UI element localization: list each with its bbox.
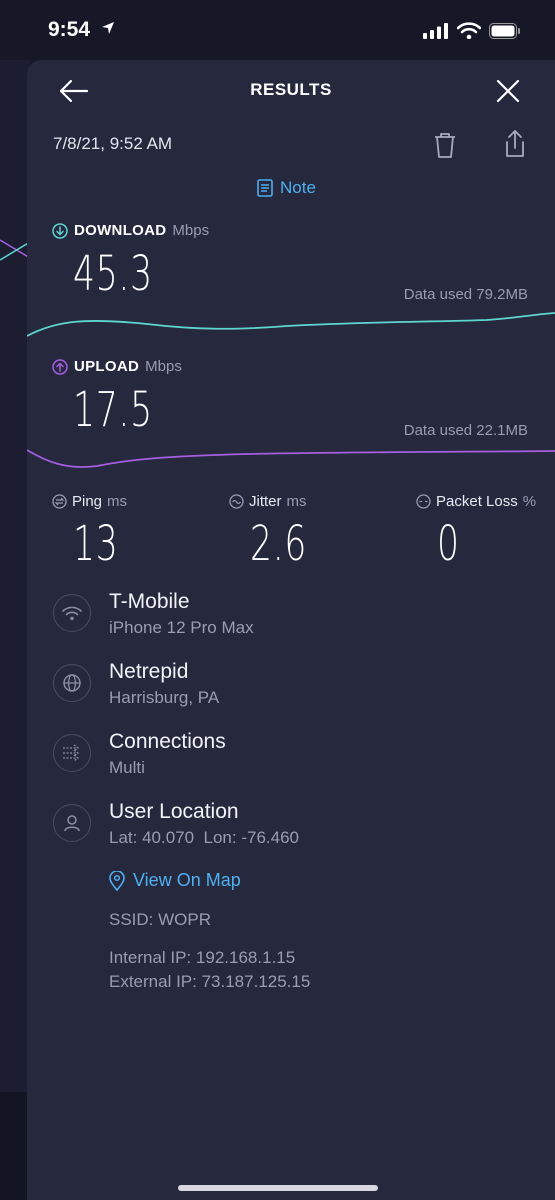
share-button[interactable] [501,128,529,160]
background-tab-bar [0,1092,30,1200]
user-location-row: User Location Lat: 40.070 Lon: -76.460 [53,800,533,860]
upload-value: 17.5 [73,382,153,438]
carrier-name: T-Mobile [109,590,190,613]
status-time: 9:54 [48,18,91,41]
external-ip: External IP: 73.187.125.15 [109,972,311,991]
jitter-label-text: Jitter [249,493,282,510]
jitter-label: Jitter ms [229,493,307,510]
server-name: Netrepid [109,660,189,683]
upload-label: UPLOAD Mbps [52,358,182,375]
carrier-row: T-Mobile iPhone 12 Pro Max [53,590,533,650]
packet-loss-icon [416,494,431,509]
connections-row: Connections Multi [53,730,533,790]
connections-icon [53,734,91,772]
download-label-text: DOWNLOAD [74,222,167,239]
wifi-icon [53,594,91,632]
ping-label-text: Ping [72,493,103,510]
jitter-unit: ms [286,493,307,510]
server-row[interactable]: Netrepid Harrisburg, PA [53,660,533,720]
note-label: Note [280,178,316,197]
download-unit: Mbps [172,222,210,239]
globe-icon [53,664,91,702]
close-icon [496,79,520,103]
note-icon [257,179,273,197]
connections-title: Connections [109,730,226,753]
jitter-icon [229,494,244,509]
share-icon [506,130,524,157]
download-label: DOWNLOAD Mbps [52,222,209,239]
jitter-value: 2.6 [250,516,308,572]
delete-button[interactable] [431,130,459,160]
ping-value: 13 [73,516,119,572]
connections-mode: Multi [109,758,145,777]
packet-loss-value: 0 [437,516,460,572]
screen: 9:54 RESULTS 7/8/21, 9:52 AM Note DOWNLO… [0,0,555,1200]
packet-loss-label-text: Packet Loss [436,493,518,510]
map-pin-icon [109,870,125,891]
battery-icon [489,22,521,44]
user-icon [53,804,91,842]
ping-unit: ms [107,493,128,510]
download-value: 45.3 [73,246,153,302]
internal-ip: Internal IP: 192.168.1.15 [109,948,296,967]
ssid: SSID: WOPR [109,910,212,929]
result-date: 7/8/21, 9:52 AM [53,134,173,153]
upload-arrow-icon [52,358,68,375]
upload-graph [27,449,555,468]
view-on-map-label: View On Map [133,870,241,890]
packet-loss-label: Packet Loss % [416,493,536,510]
close-button[interactable] [491,74,525,108]
trash-icon [435,133,455,158]
ping-label: Ping ms [52,493,127,510]
view-on-map-link[interactable]: View On Map [109,870,241,891]
upload-unit: Mbps [145,358,182,375]
user-location-coords: Lat: 40.070 Lon: -76.460 [109,828,299,847]
header: RESULTS [27,60,555,120]
user-location-title: User Location [109,800,239,823]
home-indicator[interactable] [178,1185,378,1191]
wifi-icon [456,22,482,44]
ping-icon [52,494,67,509]
results-sheet: RESULTS 7/8/21, 9:52 AM Note DOWNLOAD Mb… [27,60,555,1200]
background-app [0,60,30,1200]
note-button[interactable]: Note [257,178,316,198]
page-title: RESULTS [250,80,332,99]
status-bar: 9:54 [0,0,555,60]
background-graph-lines [0,239,30,261]
location-arrow-icon [101,21,115,40]
status-icons [423,22,521,44]
download-graph [27,312,555,337]
packet-loss-unit: % [522,493,537,510]
device-name: iPhone 12 Pro Max [109,618,254,637]
server-location: Harrisburg, PA [109,688,220,707]
upload-label-text: UPLOAD [74,358,140,375]
cellular-signal-icon [423,22,449,44]
download-arrow-icon [52,222,68,239]
